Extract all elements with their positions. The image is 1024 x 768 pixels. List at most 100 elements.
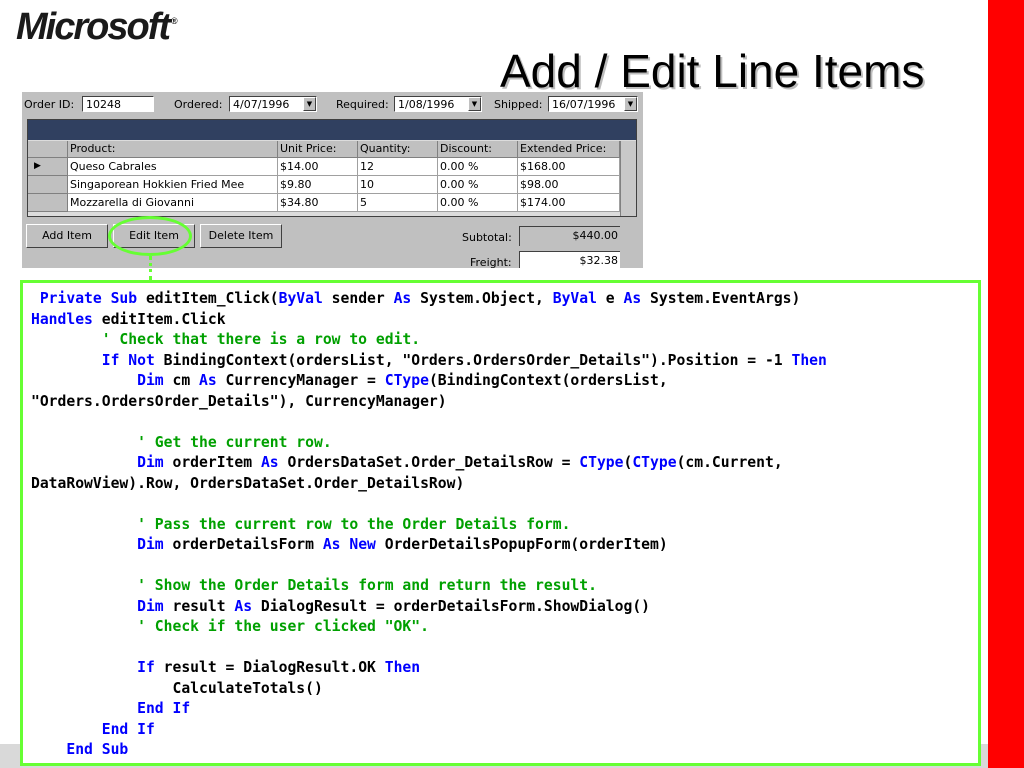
- row-pointer-icon: ▶: [34, 161, 41, 171]
- code-line: "Orders.OrdersOrder_Details"), CurrencyM…: [31, 393, 447, 410]
- dropdown-arrow-icon[interactable]: ▼: [468, 97, 481, 111]
- edit-item-highlight-oval: [108, 216, 192, 256]
- code-line: Handles editItem.Click: [31, 311, 226, 328]
- code-keyword: Then: [384, 659, 421, 676]
- code-panel: Private Sub editItem_Click(ByVal sender …: [20, 280, 981, 766]
- ordered-date-field[interactable]: 4/07/1996 ▼: [229, 96, 317, 112]
- code-text: orderItem: [163, 454, 261, 471]
- code-keyword: End If: [137, 700, 191, 717]
- table-cell[interactable]: Mozzarella di Giovanni: [68, 194, 278, 212]
- table-cell[interactable]: Singaporean Hokkien Fried Mee: [68, 176, 278, 194]
- ordered-label: Ordered:: [174, 98, 223, 111]
- code-text: cm: [163, 372, 200, 389]
- column-header-discount[interactable]: Discount:: [438, 141, 518, 158]
- red-accent-bar: [988, 0, 1024, 768]
- column-header-unit-price[interactable]: Unit Price:: [278, 141, 358, 158]
- freight-field[interactable]: $32.38: [519, 251, 620, 268]
- code-line: ' Pass the current row to the Order Deta…: [31, 516, 570, 533]
- code-text: (cm.Current,: [676, 454, 783, 471]
- table-cell[interactable]: $14.00: [278, 158, 358, 176]
- code-keyword: As New: [322, 536, 376, 553]
- code-line: End If: [31, 721, 155, 738]
- code-text: editItem.Click: [92, 310, 226, 328]
- code-keyword: Dim: [137, 597, 164, 615]
- delete-item-button[interactable]: Delete Item: [200, 224, 282, 248]
- table-cell[interactable]: 10: [358, 176, 438, 194]
- code-text: OrdersDataSet.Order_DetailsRow =: [278, 454, 580, 471]
- code-line: End Sub: [31, 741, 128, 758]
- code-text: result: [163, 597, 235, 615]
- table-cell[interactable]: $98.00: [518, 176, 620, 194]
- code-keyword: End Sub: [66, 741, 129, 758]
- required-label: Required:: [336, 98, 389, 111]
- code-keyword: ByVal: [278, 290, 323, 307]
- code-keyword: As: [393, 290, 412, 307]
- vb-code-listing: Private Sub editItem_Click(ByVal sender …: [31, 289, 827, 761]
- table-cell[interactable]: $168.00: [518, 158, 620, 176]
- code-text: DialogResult = orderDetailsForm.ShowDial…: [252, 597, 651, 615]
- code-keyword: As: [260, 454, 279, 471]
- grid-corner-header: [28, 141, 68, 158]
- code-keyword: CType: [384, 372, 429, 389]
- code-comment: ' Get the current row.: [137, 433, 332, 451]
- code-line: ' Check if the user clicked "OK".: [31, 618, 429, 635]
- row-selector[interactable]: ▶: [28, 158, 68, 176]
- code-text: e: [596, 290, 624, 307]
- code-line: Dim result As DialogResult = orderDetail…: [31, 598, 650, 615]
- freight-label: Freight:: [470, 256, 512, 268]
- shipped-label: Shipped:: [494, 98, 543, 111]
- required-date-field[interactable]: 1/08/1996 ▼: [394, 96, 482, 112]
- code-text: System.EventArgs): [641, 290, 801, 307]
- order-id-field[interactable]: 10248: [82, 96, 154, 112]
- code-keyword: ByVal: [552, 290, 597, 307]
- grid-vertical-scrollbar[interactable]: [620, 141, 636, 216]
- column-header-product[interactable]: Product:: [68, 141, 278, 158]
- column-header-quantity[interactable]: Quantity:: [358, 141, 438, 158]
- highlight-connector-line: [149, 256, 152, 280]
- code-keyword: Dim: [137, 372, 164, 389]
- shipped-date-field[interactable]: 16/07/1996 ▼: [548, 96, 638, 112]
- table-cell[interactable]: 5: [358, 194, 438, 212]
- table-cell[interactable]: 0.00 %: [438, 176, 518, 194]
- code-keyword: CType: [579, 454, 624, 471]
- table-cell[interactable]: 12: [358, 158, 438, 176]
- code-text: (BindingContext(ordersList,: [428, 372, 668, 389]
- code-text: sender: [322, 290, 394, 307]
- line-items-grid[interactable]: Product: Unit Price: Quantity: Discount:…: [27, 119, 637, 217]
- add-item-button[interactable]: Add Item: [26, 224, 108, 248]
- dropdown-arrow-icon[interactable]: ▼: [303, 97, 316, 111]
- table-cell[interactable]: $174.00: [518, 194, 620, 212]
- code-text: CalculateTotals(): [31, 679, 323, 697]
- table-cell[interactable]: $34.80: [278, 194, 358, 212]
- code-line: End If: [31, 700, 190, 717]
- required-date-value: 1/08/1996: [398, 98, 455, 111]
- column-header-extended-price[interactable]: Extended Price:: [518, 141, 620, 158]
- code-keyword: As: [623, 290, 642, 307]
- code-comment: ' Check that there is a row to edit.: [101, 331, 421, 348]
- dropdown-arrow-icon[interactable]: ▼: [624, 97, 637, 111]
- code-line: CalculateTotals(): [31, 679, 323, 697]
- code-line: ' Get the current row.: [31, 434, 332, 451]
- table-cell[interactable]: $9.80: [278, 176, 358, 194]
- code-text: DataRowView).Row, OrdersDataSet.Order_De…: [31, 474, 465, 492]
- code-keyword: Dim: [137, 536, 164, 553]
- table-cell[interactable]: 0.00 %: [438, 194, 518, 212]
- row-selector[interactable]: [28, 176, 68, 194]
- table-cell[interactable]: 0.00 %: [438, 158, 518, 176]
- code-text: BindingContext(ordersList, "Orders.Order…: [154, 351, 792, 369]
- code-text: "Orders.OrdersOrder_Details"), CurrencyM…: [31, 392, 447, 410]
- code-keyword: End If: [101, 720, 155, 738]
- code-keyword: If Not: [101, 351, 155, 369]
- table-cell[interactable]: Queso Cabrales: [68, 158, 278, 176]
- row-selector[interactable]: [28, 194, 68, 212]
- code-line: Dim cm As CurrencyManager = CType(Bindin…: [31, 372, 668, 389]
- code-text: result = DialogResult.OK: [154, 659, 385, 676]
- subtotal-field: $440.00: [519, 226, 620, 246]
- code-keyword: Dim: [137, 454, 164, 471]
